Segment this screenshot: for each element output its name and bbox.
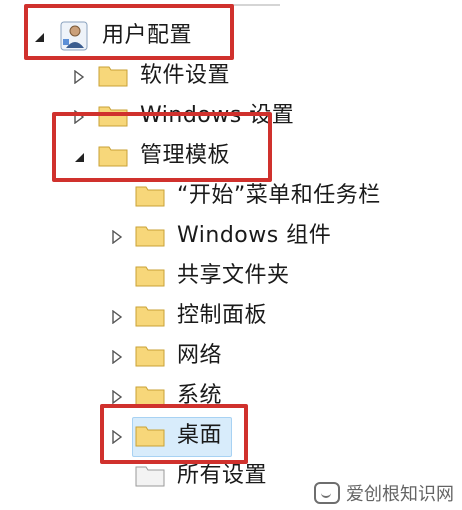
- tree-item-label[interactable]: 系统: [177, 376, 222, 416]
- tree-item-label[interactable]: Windows 设置: [140, 96, 294, 136]
- collapse-arrow-icon[interactable]: [32, 30, 46, 44]
- expand-arrow-icon[interactable]: [110, 430, 124, 444]
- tree-item-label[interactable]: 管理模板: [140, 136, 230, 176]
- tree-root-label[interactable]: 用户配置: [102, 16, 192, 56]
- folder-icon: [98, 103, 128, 127]
- expand-arrow-icon[interactable]: [72, 70, 86, 84]
- expand-arrow-icon[interactable]: [110, 310, 124, 324]
- folder-icon: [135, 263, 165, 287]
- expand-arrow-icon[interactable]: [110, 230, 124, 244]
- tree-item-label[interactable]: Windows 组件: [177, 216, 331, 256]
- tree-item-label[interactable]: “开始”菜单和任务栏: [177, 176, 381, 216]
- folder-icon: [98, 63, 128, 87]
- user-config-icon: [58, 19, 92, 53]
- clipped-row-above: [80, 0, 280, 6]
- folder-icon: [135, 223, 165, 247]
- folder-icon: [135, 383, 165, 407]
- tree-item-label[interactable]: 控制面板: [177, 296, 267, 336]
- folder-icon: [135, 303, 165, 327]
- folder-icon: [98, 143, 128, 167]
- folder-icon: [135, 423, 165, 447]
- folder-icon: [135, 183, 165, 207]
- watermark-logo-icon: [314, 482, 340, 504]
- expand-arrow-icon[interactable]: [72, 110, 86, 124]
- policy-tree: 用户配置 软件设置 Windows 设置 管理模板 “开始”菜单和任务栏 Win…: [0, 0, 462, 510]
- folder-icon: [135, 343, 165, 367]
- expand-arrow-icon[interactable]: [110, 350, 124, 364]
- collapse-arrow-icon[interactable]: [72, 150, 86, 164]
- tree-item-label[interactable]: 共享文件夹: [177, 256, 290, 296]
- tree-item-label-selected[interactable]: 桌面: [177, 416, 222, 456]
- all-settings-icon: [135, 463, 165, 487]
- watermark: 爱创根知识网: [314, 480, 454, 506]
- tree-item-label[interactable]: 软件设置: [140, 56, 230, 96]
- watermark-text: 爱创根知识网: [346, 484, 454, 505]
- tree-item-label[interactable]: 所有设置: [177, 456, 267, 496]
- expand-arrow-icon[interactable]: [110, 390, 124, 404]
- tree-item-label[interactable]: 网络: [177, 336, 222, 376]
